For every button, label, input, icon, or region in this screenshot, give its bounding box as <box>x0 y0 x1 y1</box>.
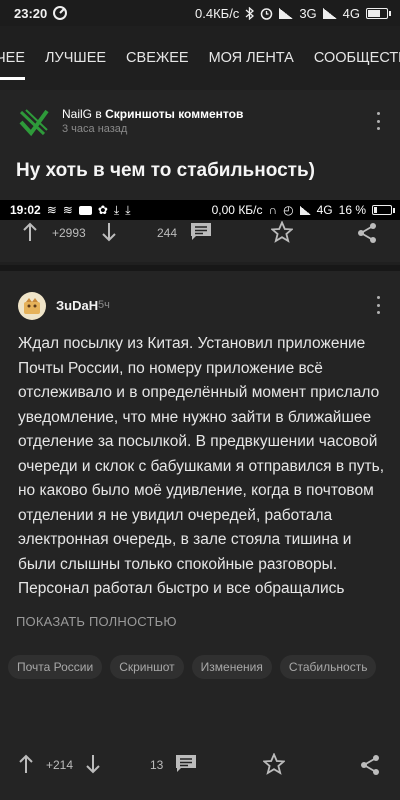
tag-chip[interactable]: Скриншот <box>110 655 184 679</box>
tab-communities[interactable]: СООБЩЕСТВА <box>304 36 400 80</box>
avatar-icon <box>24 298 40 314</box>
comment-author[interactable]: ЗuDaH <box>56 298 98 313</box>
share-icon <box>358 223 376 243</box>
post-rating: +2993 <box>52 226 86 240</box>
arrow-up-icon <box>19 754 33 773</box>
post-community[interactable]: Скриншоты комментов <box>105 107 243 121</box>
comment-icon <box>176 755 196 772</box>
avatar[interactable] <box>18 292 46 320</box>
download-icon-2: ⤓ <box>125 202 131 217</box>
comment-icon <box>191 223 211 240</box>
alarm-icon <box>261 7 273 20</box>
post-upvote-button[interactable] <box>22 222 38 242</box>
arrow-down-icon <box>102 223 116 242</box>
comment-share-button[interactable] <box>360 754 380 776</box>
gauge-icon <box>53 6 68 20</box>
embedded-signal-icon <box>299 205 311 215</box>
status-time: 23:20 <box>14 5 48 21</box>
network-type: 3G <box>299 5 317 21</box>
top-tabs: ЧЕЕ ЛУЧШЕЕ СВЕЖЕЕ МОЯ ЛЕНТА СООБЩЕСТВА <box>0 36 400 80</box>
post-author[interactable]: NailG <box>62 107 92 121</box>
embedded-battery-icon <box>372 205 395 215</box>
post-title[interactable]: Ну хоть в чем то стабильность) <box>16 160 315 182</box>
comment-replies-count[interactable]: 13 <box>150 758 163 772</box>
post-time: 3 часа назад <box>62 123 128 135</box>
embedded-battery-text: 16 % <box>338 203 366 217</box>
alarm-icon-2: ◴ <box>283 203 294 217</box>
post-comments-button[interactable] <box>190 222 212 242</box>
comment-more-icon[interactable] <box>375 296 381 314</box>
tab-best[interactable]: ЛУЧШЕЕ <box>35 36 116 80</box>
star-icon <box>263 753 285 775</box>
embedded-status-bar: 19:02 ≋ ≋ ✿ ⤓ ⤓ 0,00 КБ/с ∩ ◴ 4G 16 % <box>0 200 400 220</box>
embedded-speed: 0,00 КБ/с <box>211 203 263 217</box>
status-bar: 23:20 0.4КБ/с 3G 4G <box>0 0 400 26</box>
youtube-icon <box>78 205 92 215</box>
comment-upvote-button[interactable] <box>18 754 34 774</box>
tag-chip[interactable]: Изменения <box>191 655 272 679</box>
post-author-line[interactable]: NailG в Скриншоты комментов <box>62 107 243 121</box>
tag-chip[interactable]: Стабильность <box>279 655 377 679</box>
signal-icon <box>279 7 294 19</box>
rss-icon-2: ≋ <box>62 203 73 217</box>
network-type-2: 4G <box>342 5 360 21</box>
comment-text: Ждал посылку из Китая. Установил приложе… <box>18 335 385 597</box>
show-full-button[interactable]: ПОКАЗАТЬ ПОЛНОСТЬЮ <box>16 614 177 629</box>
comment-rating: +214 <box>46 758 74 772</box>
gear-icon: ✿ <box>97 203 108 217</box>
share-icon <box>361 755 379 775</box>
comment-favorite-button[interactable] <box>263 753 285 775</box>
signal-icon-2 <box>322 7 337 19</box>
post-in-word: в <box>95 107 102 121</box>
arrow-up-icon <box>23 222 37 241</box>
comment-reply-button[interactable] <box>175 754 197 774</box>
arrow-down-icon <box>86 755 100 774</box>
tag-list: Почта России Скриншот Изменения Стабильн… <box>8 655 388 679</box>
headphones-icon: ∩ <box>268 203 278 217</box>
embedded-time: 19:02 <box>10 203 41 217</box>
comment-time: 5ч <box>98 299 110 311</box>
bluetooth-icon <box>245 6 255 20</box>
tag-chip[interactable]: Почта России <box>8 655 103 679</box>
download-icon: ⤓ <box>113 202 120 217</box>
post-downvote-button[interactable] <box>101 222 117 242</box>
rss-icon: ≋ <box>46 203 57 217</box>
comment-downvote-button[interactable] <box>85 754 101 774</box>
community-logo-icon[interactable] <box>18 106 50 138</box>
tab-hot[interactable]: ЧЕЕ <box>0 36 35 80</box>
embedded-network: 4G <box>316 203 333 217</box>
star-icon <box>271 221 293 243</box>
post-share-button[interactable] <box>357 222 377 244</box>
post-favorite-button[interactable] <box>271 221 293 243</box>
post-comments-count[interactable]: 244 <box>157 226 177 240</box>
tab-fresh[interactable]: СВЕЖЕЕ <box>116 36 199 80</box>
post-more-icon[interactable] <box>375 112 381 130</box>
tab-my-feed[interactable]: МОЯ ЛЕНТА <box>199 36 304 80</box>
battery-icon <box>366 7 391 19</box>
network-speed: 0.4КБ/с <box>195 5 240 21</box>
